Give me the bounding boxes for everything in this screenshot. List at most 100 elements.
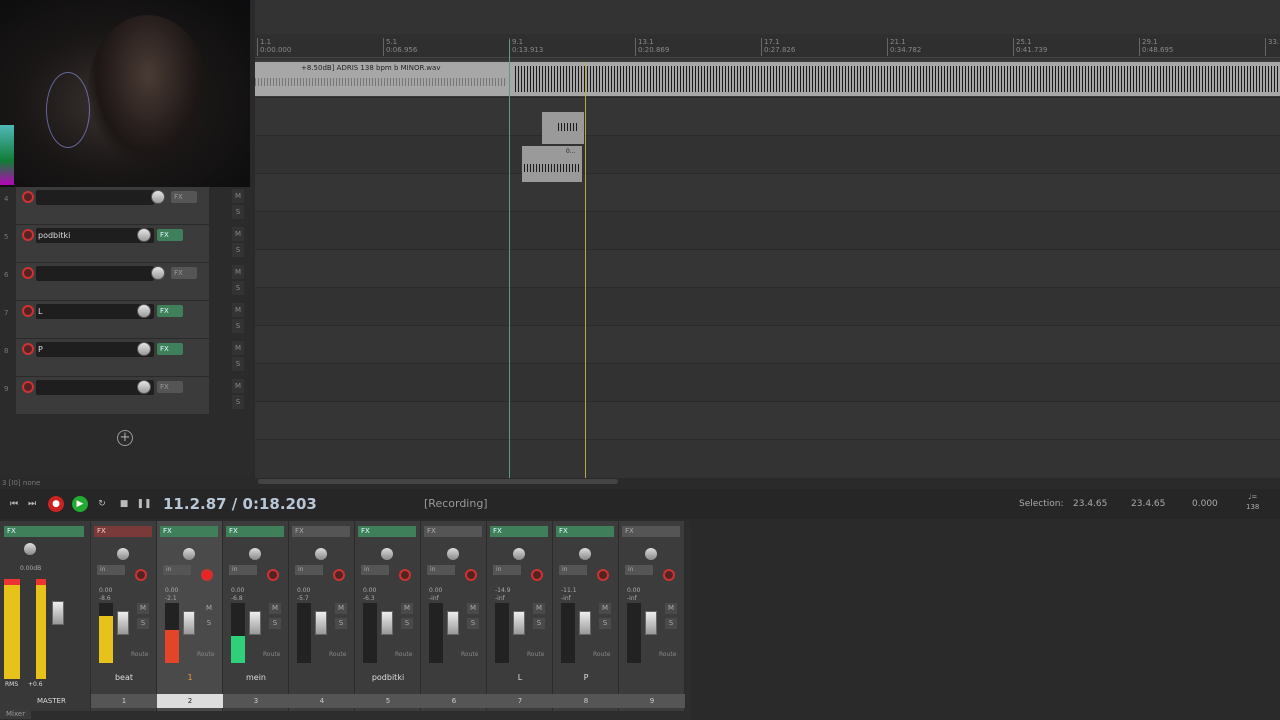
strip-fx-button[interactable]: FX <box>556 526 614 537</box>
mute-button[interactable]: M <box>232 341 244 355</box>
record-arm-icon[interactable] <box>22 305 34 317</box>
volume-knob[interactable] <box>137 228 151 242</box>
track-lane[interactable] <box>255 212 1280 250</box>
mixer-strip[interactable]: FX in 0.00 -6.3 M S Route podbitki 5 <box>355 521 421 711</box>
input-selector[interactable]: in <box>229 565 257 575</box>
record-arm-icon[interactable] <box>22 191 34 203</box>
solo-button[interactable]: S <box>232 357 244 371</box>
strip-number[interactable]: 9 <box>619 694 685 708</box>
solo-button[interactable]: S <box>533 618 545 629</box>
solo-button[interactable]: S <box>269 618 281 629</box>
record-arm-icon[interactable] <box>22 381 34 393</box>
route-button[interactable]: Route <box>659 651 676 658</box>
arrange-view[interactable]: 1.1 0:00.000 5.1 0:06.956 9.1 0:13.913 13.1 0:2… <box>255 0 1280 478</box>
strip-fx-button[interactable]: FX <box>490 526 548 537</box>
track-row[interactable]: 6 FX <box>4 263 209 301</box>
fx-button[interactable]: FX <box>157 381 183 393</box>
volume-fader[interactable] <box>249 611 261 635</box>
pan-knob[interactable] <box>381 548 393 560</box>
volume-fader[interactable] <box>513 611 525 635</box>
strip-number[interactable]: 8 <box>553 694 619 708</box>
record-button[interactable]: ● <box>48 496 64 512</box>
solo-button[interactable]: S <box>232 205 244 219</box>
route-button[interactable]: Route <box>131 651 148 658</box>
mute-button[interactable]: M <box>232 189 244 203</box>
pan-knob[interactable] <box>249 548 261 560</box>
input-selector[interactable]: in <box>295 565 323 575</box>
strip-number[interactable]: 4 <box>289 694 355 708</box>
volume-fader[interactable] <box>315 611 327 635</box>
strip-number[interactable]: 7 <box>487 694 553 708</box>
input-selector[interactable]: in <box>427 565 455 575</box>
solo-button[interactable]: S <box>232 319 244 333</box>
route-button[interactable]: Route <box>395 651 412 658</box>
volume-knob[interactable] <box>151 190 165 204</box>
go-to-end-icon[interactable]: ⏭ <box>24 496 40 512</box>
volume-knob[interactable] <box>137 304 151 318</box>
strip-fx-button[interactable]: FX <box>226 526 284 537</box>
mute-button[interactable]: M <box>137 603 149 614</box>
record-arm-icon[interactable] <box>267 569 279 581</box>
pan-knob[interactable] <box>117 548 129 560</box>
master-fader[interactable] <box>52 601 64 625</box>
selection-start[interactable]: 23.4.65 <box>1073 499 1107 509</box>
strip-fx-button[interactable]: FX <box>94 526 152 537</box>
pan-knob[interactable] <box>513 548 525 560</box>
track-lane[interactable] <box>255 326 1280 364</box>
track-lane[interactable] <box>255 288 1280 326</box>
record-arm-icon[interactable] <box>22 343 34 355</box>
strip-fx-button[interactable]: FX <box>292 526 350 537</box>
mute-button[interactable]: M <box>467 603 479 614</box>
strip-name[interactable]: beat <box>91 673 157 682</box>
record-arm-icon[interactable] <box>399 569 411 581</box>
master-pan-knob[interactable] <box>24 543 36 555</box>
track-lane[interactable] <box>255 250 1280 288</box>
solo-button[interactable]: S <box>232 395 244 409</box>
solo-button[interactable]: S <box>232 281 244 295</box>
mixer-strip[interactable]: FX in 0.00 -inf M S Route 6 <box>421 521 487 711</box>
track-row[interactable]: 9 FX <box>4 377 209 415</box>
mute-button[interactable]: M <box>232 303 244 317</box>
media-item-recording-2[interactable]: 0... <box>522 146 582 182</box>
master-fx-button[interactable]: FX <box>4 526 84 537</box>
mixer-strip[interactable]: FX in 0.00 -2.1 M S Route 1 2 <box>157 521 223 711</box>
record-arm-icon[interactable] <box>135 569 147 581</box>
pan-knob[interactable] <box>645 548 657 560</box>
volume-fader[interactable] <box>381 611 393 635</box>
track-lane[interactable] <box>255 136 1280 174</box>
mixer-strip[interactable]: FX in 0.00 -inf M S Route 9 <box>619 521 685 711</box>
mute-button[interactable]: M <box>203 603 215 614</box>
mute-button[interactable]: M <box>232 265 244 279</box>
selection-end[interactable]: 23.4.65 <box>1131 499 1165 509</box>
record-arm-icon[interactable] <box>22 229 34 241</box>
strip-number[interactable]: 2 <box>157 694 223 708</box>
track-row[interactable]: 8 P FX <box>4 339 209 377</box>
route-button[interactable]: Route <box>593 651 610 658</box>
mixer-strip[interactable]: FX in -14.9 -inf M S Route L 7 <box>487 521 553 711</box>
strip-fx-button[interactable]: FX <box>424 526 482 537</box>
strip-number[interactable]: 3 <box>223 694 289 708</box>
solo-button[interactable]: S <box>335 618 347 629</box>
solo-button[interactable]: S <box>232 243 244 257</box>
record-arm-icon[interactable] <box>22 267 34 279</box>
repeat-icon[interactable]: ↻ <box>94 496 110 512</box>
input-selector[interactable]: in <box>361 565 389 575</box>
add-track-icon[interactable]: + <box>117 430 133 446</box>
strip-number[interactable]: 1 <box>91 694 157 708</box>
selection-length[interactable]: 0.000 <box>1192 499 1218 509</box>
input-selector[interactable]: in <box>625 565 653 575</box>
track-lane[interactable] <box>255 98 1280 136</box>
strip-name[interactable]: L <box>487 673 553 682</box>
strip-fx-button[interactable]: FX <box>160 526 218 537</box>
route-button[interactable]: Route <box>329 651 346 658</box>
timeline-ruler[interactable]: 1.1 0:00.000 5.1 0:06.956 9.1 0:13.913 13.1 0:2… <box>255 34 1280 58</box>
volume-fader[interactable] <box>645 611 657 635</box>
solo-button[interactable]: S <box>599 618 611 629</box>
volume-knob[interactable] <box>137 380 151 394</box>
solo-button[interactable]: S <box>401 618 413 629</box>
mixer-tab[interactable]: Mixer <box>0 709 32 719</box>
track-row[interactable]: 4 FX <box>4 187 209 225</box>
track-lane[interactable] <box>255 174 1280 212</box>
mute-button[interactable]: M <box>269 603 281 614</box>
fx-button[interactable]: FX <box>171 267 197 279</box>
